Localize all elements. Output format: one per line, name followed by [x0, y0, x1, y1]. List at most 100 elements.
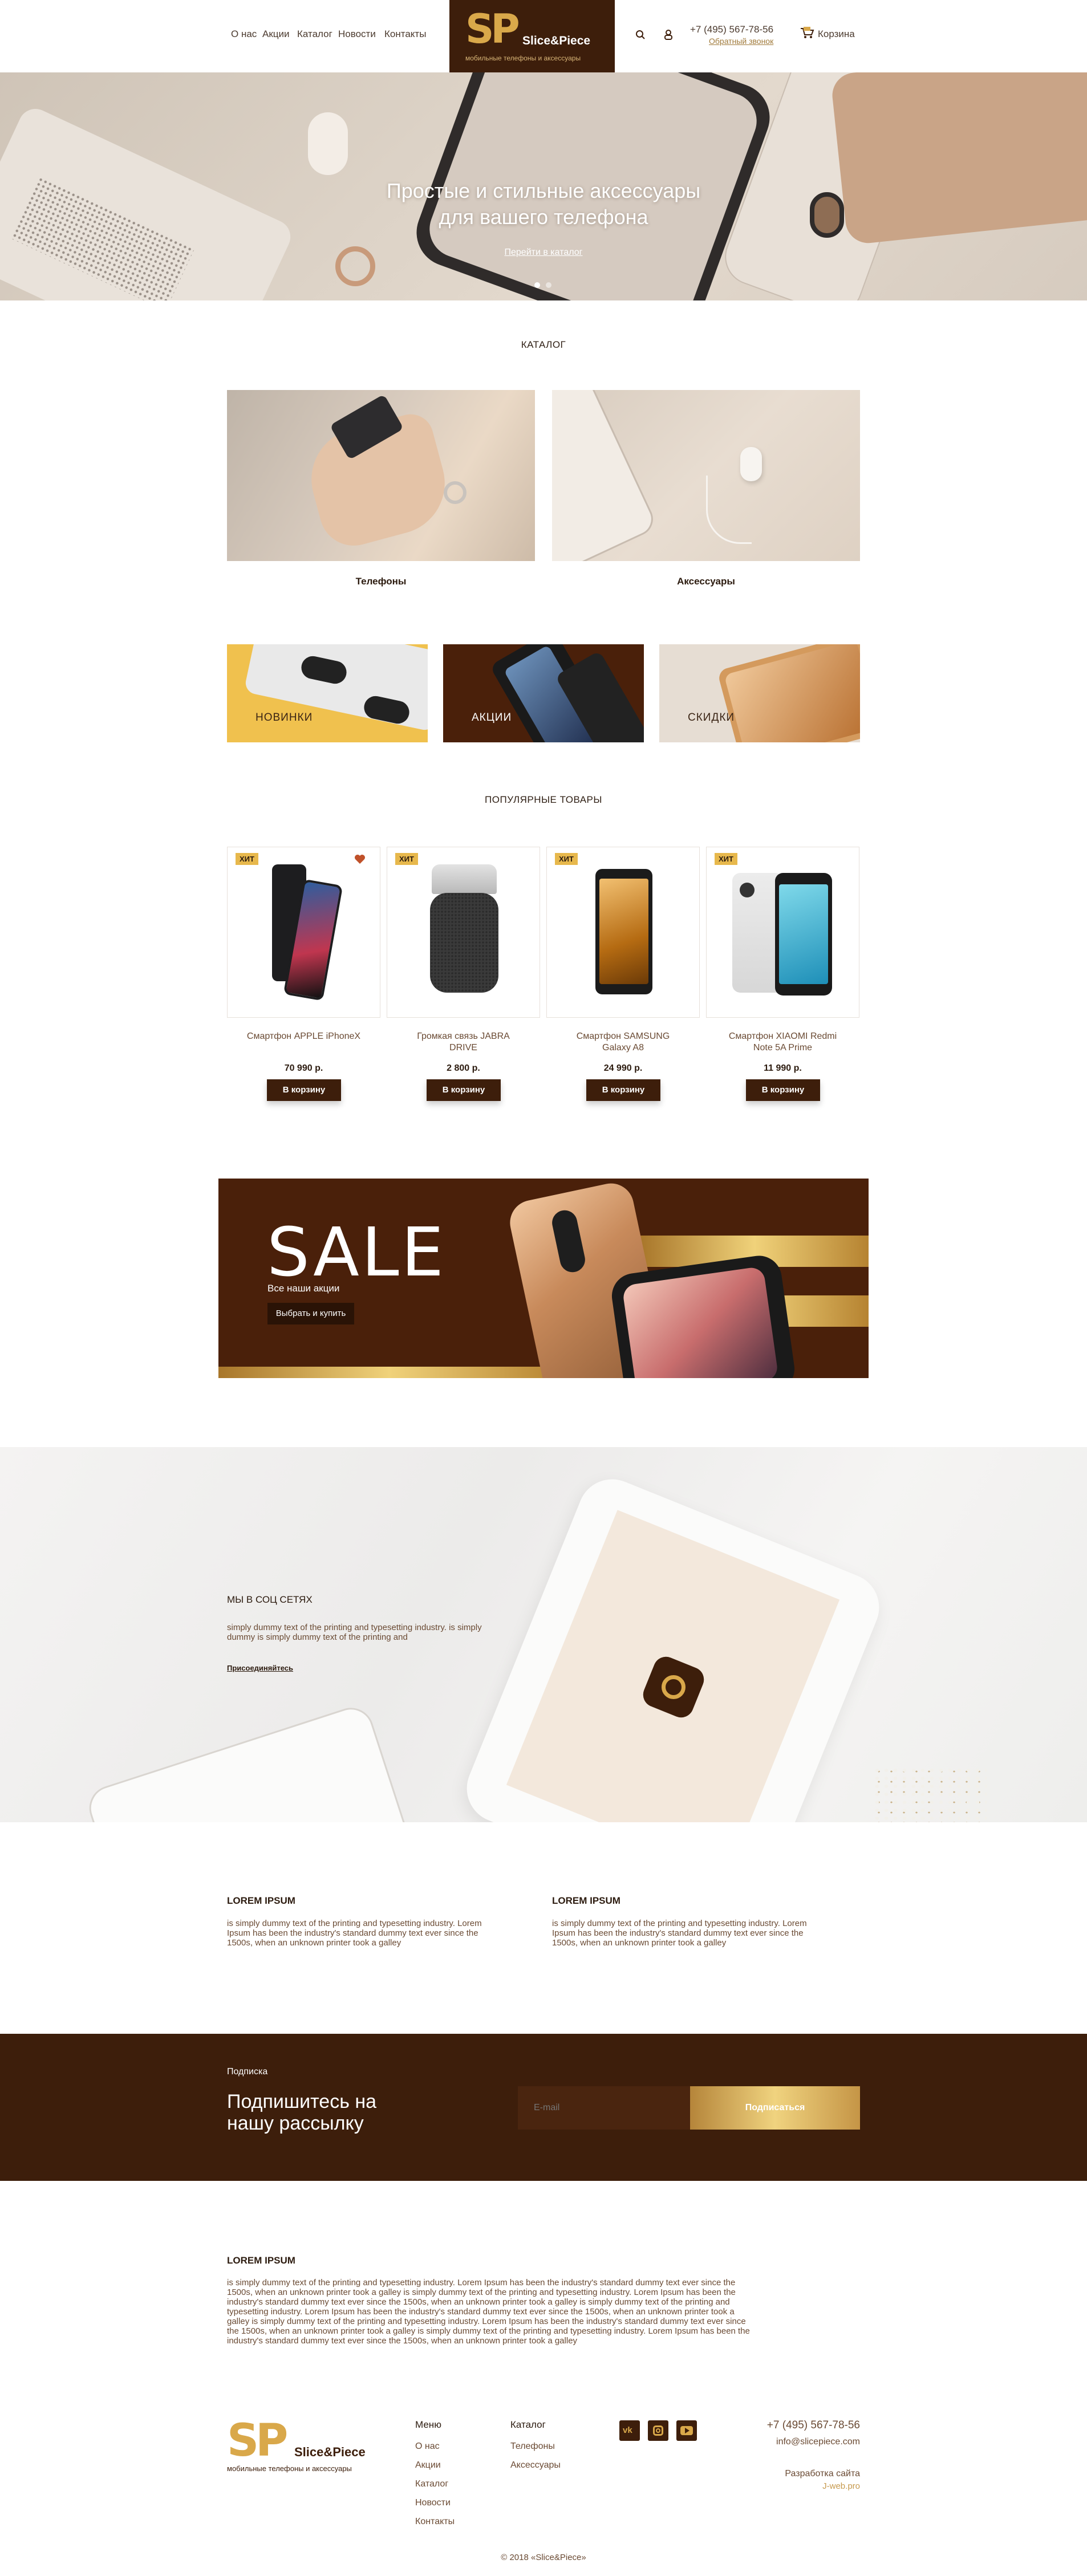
footer-link-news[interactable]: Новости [415, 2498, 451, 2508]
gold-stripe [218, 1367, 561, 1378]
watch-shape [444, 481, 467, 504]
hero-title-line1: Простые и стильные аксессуары [386, 179, 701, 202]
promo-discounts[interactable]: СКИДКИ [659, 644, 860, 742]
product-image [430, 893, 498, 993]
slider-dot-2[interactable] [546, 282, 551, 288]
product-price: 24 990 р. [603, 1063, 643, 1073]
social-join-link[interactable]: Присоединяйтесь [227, 1664, 293, 1672]
sale-banner[interactable]: SALE Все наши акции Выбрать и купить [218, 1179, 869, 1378]
hero-banner: Простые и стильные аксессуары для вашего… [0, 72, 1087, 300]
developer-label: Разработка сайта [785, 2469, 860, 2479]
promo-sales[interactable]: АКЦИИ [443, 644, 644, 742]
about-title: LOREM IPSUM [227, 2255, 295, 2266]
vk-icon[interactable]: vk [619, 2420, 640, 2441]
info-title: LOREM IPSUM [552, 1895, 620, 1906]
product-card[interactable]: ХИТ [227, 847, 380, 1018]
phone-screen [622, 1266, 779, 1378]
hit-badge: ХИТ [395, 853, 418, 865]
hero-title: Простые и стильные аксессуары для вашего… [0, 178, 1087, 230]
category-accessories-label[interactable]: Аксессуары [552, 576, 860, 587]
developer-link[interactable]: J-web.pro [719, 2481, 860, 2491]
logo-mark: SP [465, 6, 520, 52]
cart-label[interactable]: Корзина [818, 29, 855, 40]
nav-contacts[interactable]: Контакты [384, 29, 426, 40]
flowers-decoration [873, 1766, 987, 1822]
logo-mark: SP [227, 2415, 288, 2467]
earbud-cable [706, 476, 752, 544]
info-text: is simply dummy text of the printing and… [227, 1919, 482, 1948]
nav-about[interactable]: О нас [231, 29, 257, 40]
logo-tagline: мобильные телефоны и аксессуары [227, 2464, 352, 2473]
footer-phone[interactable]: +7 (495) 567-78-56 [719, 2419, 860, 2432]
earbud-shape [308, 112, 348, 175]
product-name[interactable]: Смартфон SAMSUNG Galaxy A8 [546, 1031, 700, 1054]
camera-shape [740, 883, 755, 897]
subscribe-title: Подпишитесь на нашу рассылку [227, 2091, 377, 2134]
instagram-icon-lens [662, 1675, 686, 1699]
category-phones-image[interactable] [227, 390, 535, 561]
header-phone[interactable]: +7 (495) 567-78-56 [690, 24, 773, 35]
footer-logo[interactable]: SP Slice&Piece мобильные телефоны и аксе… [227, 2415, 367, 2473]
hero-catalog-link[interactable]: Перейти в каталог [0, 247, 1087, 258]
product-image-screen [599, 879, 648, 984]
social-text: simply dummy text of the printing and ty… [227, 1623, 482, 1642]
nav-sales[interactable]: Акции [262, 29, 290, 40]
footer-menu-title: Меню [415, 2419, 441, 2430]
subscribe-label: Подписка [227, 2067, 268, 2077]
sale-title: SALE [267, 1213, 447, 1291]
hero-title-line2: для вашего телефона [439, 205, 648, 229]
cart-icon[interactable] [800, 26, 814, 39]
product-card[interactable]: ХИТ [546, 847, 700, 1018]
product-card[interactable]: ХИТ [387, 847, 540, 1018]
product-name[interactable]: Смартфон XIAOMI Redmi Note 5A Prime [706, 1031, 859, 1054]
sale-button[interactable]: Выбрать и купить [267, 1303, 354, 1324]
info-text: is simply dummy text of the printing and… [552, 1919, 807, 1948]
search-icon[interactable] [635, 30, 646, 40]
site-header: О нас Акции Каталог Новости Контакты SP … [0, 0, 1087, 72]
promo-new[interactable]: НОВИНКИ [227, 644, 428, 742]
footer-link-catalog[interactable]: Каталог [415, 2479, 448, 2489]
phone-screen [724, 644, 860, 742]
email-input[interactable] [518, 2086, 690, 2130]
footer-email[interactable]: info@slicepiece.com [719, 2437, 860, 2447]
hit-badge: ХИТ [715, 853, 737, 865]
product-card[interactable]: ХИТ [706, 847, 859, 1018]
add-to-cart-button[interactable]: В корзину [267, 1079, 341, 1101]
promo-sales-label: АКЦИИ [472, 712, 512, 724]
category-phones-label[interactable]: Телефоны [227, 576, 535, 587]
heart-icon[interactable] [354, 854, 366, 864]
hit-badge: ХИТ [236, 853, 258, 865]
footer-link-phones[interactable]: Телефоны [510, 2441, 555, 2452]
popular-title: ПОПУЛЯРНЫЕ ТОВАРЫ [485, 794, 602, 805]
subscribe-section: Подписка Подпишитесь нанашу рассылку Под… [0, 2034, 1087, 2181]
sale-subtitle: Все наши акции [267, 1283, 340, 1294]
subscribe-button[interactable]: Подписаться [690, 2086, 860, 2130]
footer-link-contacts[interactable]: Контакты [415, 2517, 455, 2527]
phone-shape [552, 390, 659, 561]
footer-link-about[interactable]: О нас [415, 2441, 440, 2452]
user-icon[interactable] [663, 29, 674, 40]
nav-catalog[interactable]: Каталог [297, 29, 332, 40]
promo-discounts-label: СКИДКИ [688, 712, 735, 724]
category-accessories-image[interactable] [552, 390, 860, 561]
add-to-cart-button[interactable]: В корзину [746, 1079, 820, 1101]
logo-name: Slice&Piece [522, 34, 591, 47]
product-image-screen [779, 884, 828, 984]
footer-link-accessories[interactable]: Аксессуары [510, 2460, 561, 2471]
youtube-icon[interactable] [676, 2420, 697, 2441]
slider-dot-1[interactable] [534, 282, 540, 288]
callback-link[interactable]: Обратный звонок [709, 36, 773, 46]
logo[interactable]: SP Slice&Piece мобильные телефоны и аксе… [449, 0, 615, 72]
nav-news[interactable]: Новости [338, 29, 376, 40]
product-price: 2 800 р. [447, 1063, 480, 1073]
logo-name: Slice&Piece [294, 2445, 366, 2459]
product-name[interactable]: Громкая связь JABRA DRIVE [387, 1031, 540, 1054]
promo-new-label: НОВИНКИ [255, 712, 313, 724]
add-to-cart-button[interactable]: В корзину [427, 1079, 501, 1101]
hit-badge: ХИТ [555, 853, 578, 865]
product-price: 11 990 р. [764, 1063, 802, 1073]
add-to-cart-button[interactable]: В корзину [586, 1079, 660, 1101]
instagram-icon[interactable] [648, 2420, 668, 2441]
footer-link-sales[interactable]: Акции [415, 2460, 441, 2471]
product-name[interactable]: Смартфон APPLE iPhoneX [227, 1031, 380, 1042]
